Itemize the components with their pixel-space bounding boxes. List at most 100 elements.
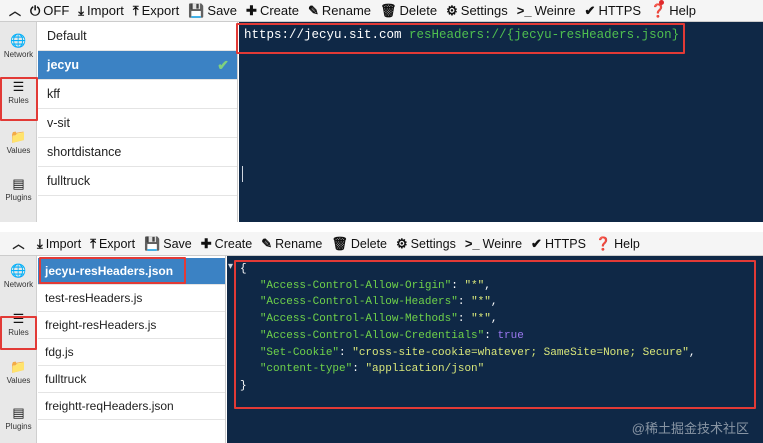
toolbar-label: HTTPS [544,236,586,251]
https-button[interactable]: ✔ HTTPS [585,3,642,19]
rule-item-label: Default [47,29,87,43]
toolbar-label: Help [614,236,640,251]
rule-item-jecyu[interactable]: jecyu ✔ [38,51,237,80]
toolbar-label: Delete [350,236,388,251]
value-item-label: freightt-reqHeaders.json [45,399,174,413]
toolbar-label: HTTPS [598,3,642,18]
rules-list: Default jecyu ✔ kff v-sit shortdistance f… [38,22,238,222]
sidebar-item-values[interactable]: 📁 Values [0,359,37,386]
globe-icon: 🌐 [10,263,27,278]
collapse-chevron-icon[interactable]: ︿ [0,235,37,252]
power-icon: ⏻ [30,2,41,18]
values-panel: ︿ ⤓ Import ⤒ Export 💾 Save ✚ Create ✎ Rename 🗑 Dele… [0,232,763,443]
toolbar-label: OFF [43,3,70,18]
rule-item-shortdistance[interactable]: shortdistance [38,138,237,167]
sidebar-item-values[interactable]: 📁 Values [0,129,37,156]
toolbar-label: Export [98,236,136,251]
checkmark-icon: ✔ [531,235,542,251]
sidebar-item-plugins[interactable]: ▤ Plugins [0,176,37,203]
sidebar-item-plugins[interactable]: ▤ Plugins [0,405,37,432]
delete-button[interactable]: 🗑 Delete [331,236,387,252]
value-item-freight-resheaders[interactable]: freight-resHeaders.js [38,312,225,339]
create-button[interactable]: ✚ Create [201,236,252,252]
save-button[interactable]: 💾 Save [144,236,192,252]
plugins-icon: ▤ [12,176,25,191]
rename-button[interactable]: ✎ Rename [261,236,322,252]
rename-button[interactable]: ✎ Rename [308,3,371,19]
sidebar-item-network[interactable]: 🌐 Network [0,263,37,290]
delete-button[interactable]: 🗑 Delete [380,3,437,19]
sidebar-item-label: Values [6,146,31,155]
value-item-test-resheaders[interactable]: test-resHeaders.js [38,285,225,312]
save-button[interactable]: 💾 Save [188,3,237,19]
rule-item-kff[interactable]: kff [38,80,237,109]
help-button[interactable]: ❓ Help [650,0,697,19]
value-item-fdg[interactable]: fdg.js [38,339,225,366]
folder-icon: 📁 [10,129,27,144]
edit-icon: ✎ [307,2,319,18]
value-item-fulltruck[interactable]: fulltruck [38,366,225,393]
value-item-freightt-reqheaders[interactable]: freightt-reqHeaders.json [38,393,225,420]
toolbar-label: Import [45,236,82,251]
settings-button[interactable]: ⚙ Settings [396,236,456,252]
globe-icon: 🌐 [10,33,27,48]
bottom-toolbar: ︿ ⤓ Import ⤒ Export 💾 Save ✚ Create ✎ Rename 🗑 Dele… [0,232,763,256]
rule-item-label: kff [47,87,60,101]
rule-item-label: jecyu [47,58,79,72]
help-button[interactable]: ❓ Help [595,236,640,252]
export-icon: ⤒ [90,235,96,251]
terminal-icon: >_ [464,236,480,251]
toolbar-label: Save [163,236,192,251]
checkmark-icon: ✔ [217,57,229,73]
off-button[interactable]: ⏻ OFF [30,3,69,19]
json-content-highlight [234,260,756,409]
https-button[interactable]: ✔ HTTPS [531,236,586,252]
toolbar-label: Settings [410,236,456,251]
value-item-highlight [39,257,186,284]
toolbar-label: Save [207,3,238,18]
plugins-icon: ▤ [12,405,25,420]
value-item-label: test-resHeaders.js [45,291,143,305]
export-button[interactable]: ⤒ Export [133,3,179,19]
rule-item-v-sit[interactable]: v-sit [38,109,237,138]
rule-item-label: shortdistance [47,145,122,159]
folder-icon: 📁 [10,359,27,374]
sidebar-item-label: Plugins [5,193,32,202]
rule-line-highlight [236,23,685,54]
import-icon: ⤓ [37,235,43,251]
create-button[interactable]: ✚ Create [246,3,299,19]
export-button[interactable]: ⤒ Export [90,236,135,252]
gear-icon: ⚙ [396,235,408,251]
toolbar-label: Settings [460,3,508,18]
save-icon: 💾 [188,2,205,18]
value-item-label: fulltruck [45,372,87,386]
collapse-chevron-icon[interactable]: ︿ [0,2,30,19]
save-icon: 💾 [144,235,161,251]
rule-item-default[interactable]: Default [38,22,237,51]
toolbar-label: Create [259,3,299,18]
values-list: jecyu-resHeaders.json test-resHeaders.js… [38,256,226,443]
rule-item-label: fulltruck [47,174,91,188]
sidebar-item-label: Values [6,376,31,385]
rules-tab-highlight [0,316,37,350]
trash-icon: 🗑 [331,235,348,251]
settings-button[interactable]: ⚙ Settings [446,3,508,19]
sidebar-item-label: Plugins [5,422,32,431]
terminal-icon: >_ [516,3,532,18]
import-button[interactable]: ⤓ Import [78,3,124,19]
help-icon: ❓ [594,235,612,251]
notification-dot [659,0,665,5]
import-button[interactable]: ⤓ Import [37,236,81,252]
weinre-button[interactable]: >_ Weinre [517,3,576,18]
toolbar-label: Create [214,236,253,251]
export-icon: ⤒ [132,2,139,18]
sidebar-item-network[interactable]: 🌐 Network [0,33,37,60]
sidebar-item-label: Network [3,50,34,59]
weinre-button[interactable]: >_ Weinre [465,236,522,251]
toolbar-label: Help [669,3,697,18]
value-item-label: fdg.js [45,345,74,359]
plus-icon: ✚ [246,2,257,18]
rule-item-fulltruck[interactable]: fulltruck [38,167,237,196]
trash-icon: 🗑 [380,2,397,18]
fold-arrow-icon[interactable]: ▾ [228,261,233,272]
